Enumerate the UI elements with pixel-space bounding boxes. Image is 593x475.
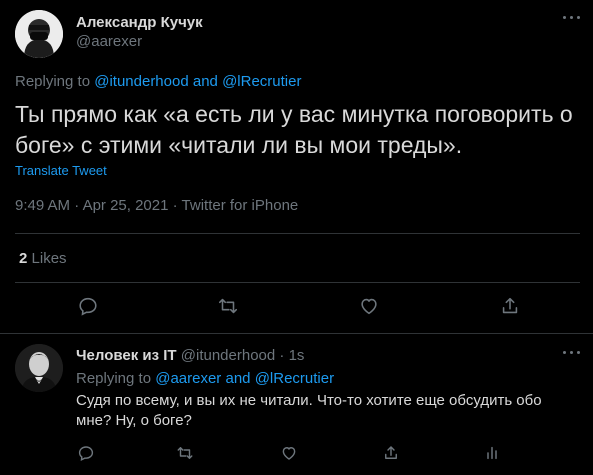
avatar-image — [15, 10, 63, 58]
reply-author-header: Человек из IT @itunderhood · 1s — [76, 347, 304, 364]
reply-time-ago[interactable]: 1s — [289, 347, 305, 364]
reply-author-handle[interactable]: @itunderhood — [181, 347, 275, 364]
mention-aarexer[interactable]: @aarexer — [155, 370, 221, 387]
reply-text: Судя по всему, и вы их не читали. Что-то… — [76, 392, 542, 429]
replying-and: and — [225, 370, 251, 387]
meta-separator: · — [74, 197, 80, 214]
heart-icon[interactable] — [357, 294, 381, 318]
replying-and: and — [192, 73, 218, 90]
reply-icon[interactable] — [76, 294, 100, 318]
mention-itunderhood[interactable]: @itunderhood — [94, 73, 188, 90]
share-icon[interactable] — [498, 294, 522, 318]
reply-author-avatar[interactable] — [15, 344, 63, 392]
more-icon[interactable] — [560, 345, 584, 361]
heart-icon[interactable] — [279, 443, 299, 463]
analytics-icon[interactable] — [482, 443, 502, 463]
mention-lrecrutier[interactable]: @lRecrutier — [222, 73, 301, 90]
tweet-text: Ты прямо как «а есть ли у вас минутка по… — [15, 101, 573, 158]
retweet-icon[interactable] — [216, 294, 240, 318]
tweet-date[interactable]: Apr 25, 2021 — [83, 197, 169, 214]
author-handle[interactable]: @aarexer — [76, 33, 142, 50]
main-tweet: Александр Кучук @aarexer Replying to @it… — [0, 0, 593, 333]
tweet-source[interactable]: Twitter for iPhone — [182, 197, 299, 214]
meta-separator: · — [172, 197, 178, 214]
tweet-time[interactable]: 9:49 AM — [15, 197, 70, 214]
replying-to-label: Replying to — [15, 73, 91, 90]
tweet-separator — [0, 333, 593, 334]
reply-replying-to: Replying to @aarexer and @lRecrutier — [76, 370, 334, 387]
tweet-meta: 9:49 AM · Apr 25, 2021 · Twitter for iPh… — [15, 197, 298, 214]
divider — [15, 233, 580, 234]
share-icon[interactable] — [381, 443, 401, 463]
divider — [15, 282, 580, 283]
likes-count[interactable]: 2 Likes — [19, 250, 67, 267]
reply-separator: · — [279, 347, 285, 364]
author-name[interactable]: Александр Кучук — [76, 14, 203, 31]
likes-number: 2 — [19, 250, 28, 267]
more-icon[interactable] — [560, 10, 584, 26]
replying-to-label: Replying to — [76, 370, 152, 387]
translate-tweet-link[interactable]: Translate Tweet — [15, 163, 107, 178]
author-avatar[interactable] — [15, 10, 63, 58]
avatar-image — [15, 344, 63, 392]
mention-lrecrutier[interactable]: @lRecrutier — [255, 370, 334, 387]
retweet-icon[interactable] — [175, 443, 195, 463]
replying-to: Replying to @itunderhood and @lRecrutier — [15, 73, 301, 90]
likes-label: Likes — [31, 250, 67, 267]
reply-icon[interactable] — [76, 443, 96, 463]
reply-author-name[interactable]: Человек из IT — [76, 347, 177, 364]
